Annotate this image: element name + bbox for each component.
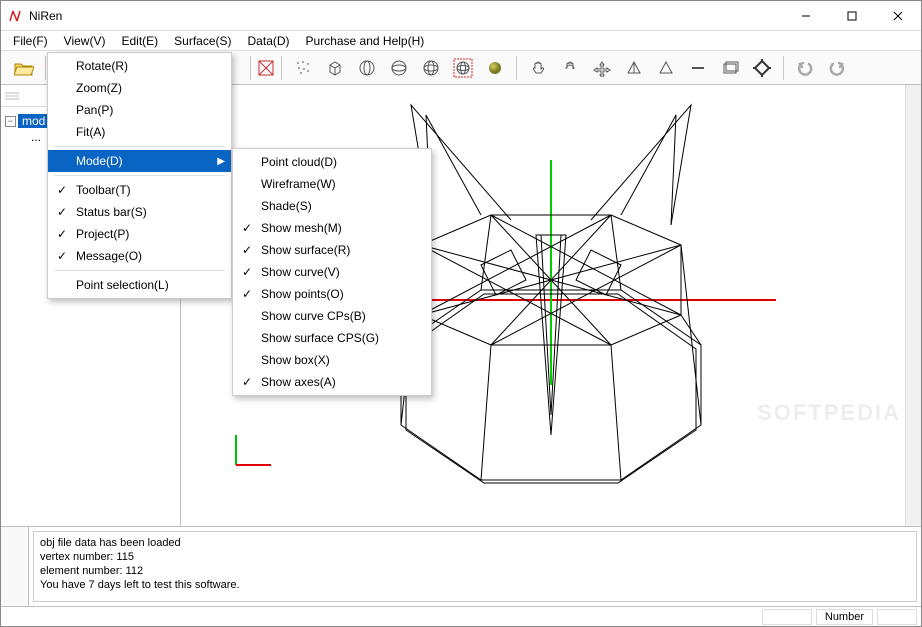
menu-item-project[interactable]: ✓Project(P)	[48, 223, 231, 245]
shaded-sphere-icon[interactable]	[482, 55, 508, 81]
menu-item-showbox[interactable]: Show box(X)	[233, 349, 431, 371]
app-title: NiRen	[29, 9, 62, 23]
maximize-button[interactable]	[829, 1, 875, 31]
menu-item-rotate[interactable]: Rotate(R)	[48, 55, 231, 77]
view-menu-popup: Rotate(R) Zoom(Z) Pan(P) Fit(A) Mode(D)▶…	[47, 52, 232, 299]
app-icon	[7, 8, 23, 24]
status-value-cell	[877, 609, 917, 625]
message-log[interactable]: obj file data has been loaded vertex num…	[33, 531, 917, 602]
menu-edit[interactable]: Edit(E)	[113, 32, 166, 50]
redo-button[interactable]	[824, 55, 850, 81]
tree-collapse-icon[interactable]: −	[5, 116, 16, 127]
axes-icon[interactable]	[749, 55, 775, 81]
menu-item-statusbar[interactable]: ✓Status bar(S)	[48, 201, 231, 223]
close-button[interactable]	[875, 1, 921, 31]
check-icon: ✓	[241, 243, 253, 257]
menu-item-showaxes[interactable]: ✓Show axes(A)	[233, 371, 431, 393]
menu-help[interactable]: Purchase and Help(H)	[298, 32, 433, 50]
select-none-icon[interactable]	[253, 55, 279, 81]
pointcloud-mode-icon[interactable]	[290, 55, 316, 81]
sphere-full-icon[interactable]	[418, 55, 444, 81]
check-icon: ✓	[56, 227, 68, 241]
menu-item-showsurface[interactable]: ✓Show surface(R)	[233, 239, 431, 261]
sphere-select-icon[interactable]	[450, 55, 476, 81]
viewport-scrollbar[interactable]	[905, 85, 921, 526]
check-icon: ✓	[56, 205, 68, 219]
sphere-lon-icon[interactable]	[354, 55, 380, 81]
pyramid-outline-icon[interactable]	[653, 55, 679, 81]
menu-item-shade[interactable]: Shade(S)	[233, 195, 431, 217]
menu-item-showcurvecps[interactable]: Show curve CPs(B)	[233, 305, 431, 327]
minimize-button[interactable]	[783, 1, 829, 31]
zoom-hand-icon[interactable]	[589, 55, 615, 81]
check-icon: ✓	[241, 265, 253, 279]
menu-item-pointselection[interactable]: Point selection(L)	[48, 274, 231, 296]
pan-hand-icon[interactable]	[525, 55, 551, 81]
box-icon[interactable]	[717, 55, 743, 81]
app-window: NiRen File(F) View(V) Edit(E) Surface(S)…	[0, 0, 922, 627]
menu-view[interactable]: View(V)	[56, 32, 114, 50]
status-empty-cell	[762, 609, 812, 625]
line-icon[interactable]	[685, 55, 711, 81]
mode-submenu-popup: Point cloud(D) Wireframe(W) Shade(S) ✓Sh…	[232, 148, 432, 396]
check-icon: ✓	[241, 375, 253, 389]
message-gutter	[1, 527, 29, 606]
sidebar-gripper-icon	[5, 90, 19, 102]
rotate-hand-icon[interactable]	[557, 55, 583, 81]
check-icon: ✓	[241, 287, 253, 301]
menu-surface[interactable]: Surface(S)	[166, 32, 239, 50]
menu-item-zoom[interactable]: Zoom(Z)	[48, 77, 231, 99]
menu-item-wireframe[interactable]: Wireframe(W)	[233, 173, 431, 195]
menu-item-message[interactable]: ✓Message(O)	[48, 245, 231, 267]
pyramid-solid-icon[interactable]	[621, 55, 647, 81]
wireframe-cube-icon[interactable]	[322, 55, 348, 81]
statusbar: Number	[1, 606, 921, 626]
titlebar: NiRen	[1, 1, 921, 31]
open-button[interactable]	[11, 55, 37, 81]
check-icon: ✓	[56, 183, 68, 197]
menu-data[interactable]: Data(D)	[240, 32, 298, 50]
menu-item-toolbar[interactable]: ✓Toolbar(T)	[48, 179, 231, 201]
status-number-cell: Number	[816, 609, 873, 625]
check-icon: ✓	[241, 221, 253, 235]
menu-item-pointcloud[interactable]: Point cloud(D)	[233, 151, 431, 173]
menu-item-mode[interactable]: Mode(D)▶	[48, 150, 231, 172]
check-icon: ✓	[56, 249, 68, 263]
menu-item-showmesh[interactable]: ✓Show mesh(M)	[233, 217, 431, 239]
menu-file[interactable]: File(F)	[5, 32, 56, 50]
menu-item-showcurve[interactable]: ✓Show curve(V)	[233, 261, 431, 283]
menu-item-showsurfacecps[interactable]: Show surface CPS(G)	[233, 327, 431, 349]
tree-child-label[interactable]: ...	[27, 130, 45, 144]
menu-item-pan[interactable]: Pan(P)	[48, 99, 231, 121]
watermark: SOFTPEDIA	[757, 400, 901, 426]
menu-item-fit[interactable]: Fit(A)	[48, 121, 231, 143]
message-panel: obj file data has been loaded vertex num…	[1, 526, 921, 606]
menubar: File(F) View(V) Edit(E) Surface(S) Data(…	[1, 31, 921, 51]
submenu-arrow-icon: ▶	[217, 156, 225, 167]
tree-root-label[interactable]: mod	[18, 114, 49, 128]
menu-item-showpoints[interactable]: ✓Show points(O)	[233, 283, 431, 305]
undo-button[interactable]	[792, 55, 818, 81]
sphere-lat-icon[interactable]	[386, 55, 412, 81]
